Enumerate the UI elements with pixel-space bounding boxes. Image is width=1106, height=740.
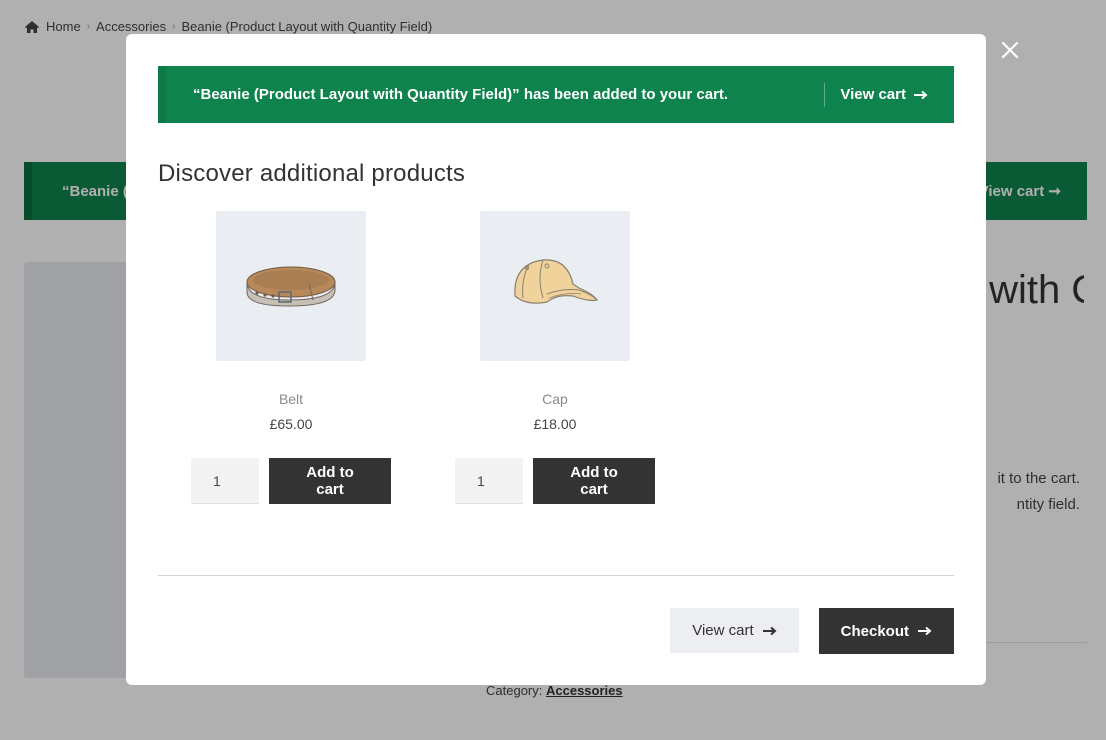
product-name[interactable]: Cap	[455, 391, 655, 407]
product-price: £18.00	[533, 416, 577, 432]
view-cart-button[interactable]: View cart	[670, 608, 799, 653]
product-name[interactable]: Belt	[191, 391, 391, 407]
cap-image[interactable]	[480, 211, 630, 361]
notice-divider	[824, 82, 826, 107]
arrow-right-icon	[918, 626, 932, 636]
cart-notice: “Beanie (Product Layout with Quantity Fi…	[158, 66, 954, 123]
product-actions: Add to cart	[455, 458, 655, 504]
product-card-cap: Cap £18.00 Add to cart	[455, 211, 655, 504]
modal-footer: View cart Checkout	[670, 608, 954, 654]
quantity-input[interactable]	[191, 458, 259, 504]
added-to-cart-modal: “Beanie (Product Layout with Quantity Fi…	[126, 34, 986, 685]
add-to-cart-button[interactable]: Add to cart	[269, 458, 391, 504]
belt-image[interactable]	[216, 211, 366, 361]
quantity-input[interactable]	[455, 458, 523, 504]
notice-view-cart-link[interactable]: View cart	[840, 86, 954, 103]
cart-notice-text: “Beanie (Product Layout with Quantity Fi…	[193, 86, 729, 103]
checkout-button[interactable]: Checkout	[818, 608, 954, 654]
modal-divider	[158, 575, 954, 576]
product-actions: Add to cart	[191, 458, 391, 504]
close-icon[interactable]	[998, 38, 1022, 62]
section-title: Discover additional products	[158, 160, 466, 187]
add-to-cart-button[interactable]: Add to cart	[533, 458, 655, 504]
arrow-right-icon	[914, 90, 928, 99]
product-card-belt: Belt £65.00 Add to cart	[191, 211, 391, 504]
belt-illustration	[246, 266, 336, 307]
product-price: £65.00	[269, 416, 313, 432]
cap-illustration	[514, 259, 598, 304]
arrow-right-icon	[762, 626, 777, 635]
